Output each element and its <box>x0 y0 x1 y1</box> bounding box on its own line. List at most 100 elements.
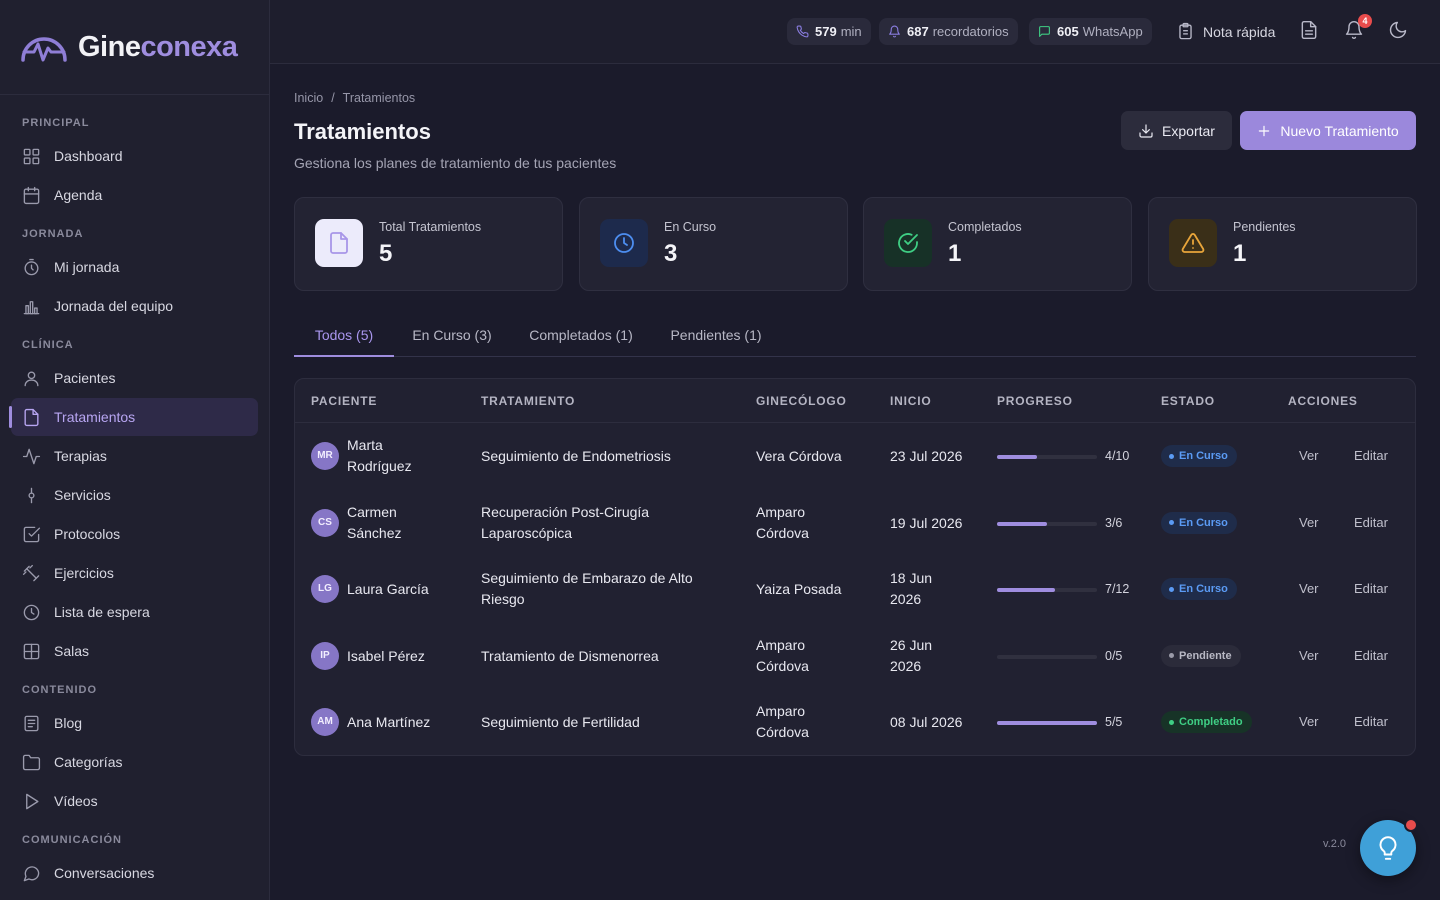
bar-chart-icon <box>23 300 40 314</box>
doctor-name: Amparo Córdova <box>756 636 809 674</box>
sidebar-item-pacientes[interactable]: Pacientes <box>11 359 258 397</box>
tab-2[interactable]: Completados (1) <box>510 314 652 357</box>
table-row[interactable]: CS Carmen Sánchez Recuperación Post-Cirugía… <box>295 490 1415 557</box>
tab-3[interactable]: Pendientes (1) <box>652 314 780 357</box>
stat-label: Pendientes <box>1233 220 1296 234</box>
sidebar-item-servicios[interactable]: Servicios <box>11 476 258 514</box>
stat-card: En Curso 3 <box>579 197 848 291</box>
stat-label: Total Tratamientos <box>379 220 482 234</box>
patient-name: Marta Rodríguez <box>347 437 412 474</box>
sidebar-item-mi-jornada[interactable]: Mi jornada <box>11 248 258 286</box>
export-button[interactable]: Exportar <box>1121 111 1232 150</box>
view-button[interactable]: Ver <box>1299 515 1319 530</box>
column-header: ACCIONES <box>1288 394 1358 408</box>
reminders-pill[interactable]: 687 recordatorios <box>879 18 1018 45</box>
table-row[interactable]: MR Marta Rodríguez Seguimiento de Endometri… <box>295 423 1415 490</box>
stat-icon-box <box>600 219 648 267</box>
stat-card: Pendientes 1 <box>1148 197 1417 291</box>
new-treatment-button[interactable]: Nuevo Tratamiento <box>1240 111 1416 150</box>
table-row[interactable]: AM Ana Martínez Seguimiento de Fertilidad A… <box>295 689 1415 755</box>
tab-1[interactable]: En Curso (3) <box>394 314 510 357</box>
document-button[interactable] <box>1299 20 1321 42</box>
minutes-pill[interactable]: 579 min <box>787 18 871 45</box>
brand-name: Gineconexa <box>78 30 238 63</box>
progress-text: 5/5 <box>1105 715 1123 729</box>
sidebar-item-videos[interactable]: Vídeos <box>11 782 258 820</box>
status-label: Completado <box>1179 716 1243 728</box>
edit-button[interactable]: Editar <box>1354 581 1388 596</box>
stat-value: 5 <box>379 240 393 267</box>
sidebar-item-conversaciones[interactable]: Conversaciones <box>11 854 258 892</box>
doctor-name: Amparo Córdova <box>756 503 809 541</box>
start-date: 26 Jun 2026 <box>890 636 933 674</box>
tab-0[interactable]: Todos (5) <box>294 314 394 357</box>
sidebar-item-categorias[interactable]: Categorías <box>11 743 258 781</box>
theme-toggle[interactable] <box>1388 20 1410 42</box>
column-header: GINECÓLOGO <box>756 394 847 408</box>
whatsapp-pill[interactable]: 605 WhatsApp <box>1029 18 1152 45</box>
treatment-name: Seguimiento de Embarazo de Alto Riesgo <box>481 570 693 607</box>
edit-button[interactable]: Editar <box>1354 648 1388 663</box>
edit-button[interactable]: Editar <box>1354 515 1388 530</box>
warning-icon <box>1181 233 1205 253</box>
git-commit-icon <box>28 487 35 503</box>
sidebar-item-protocolos[interactable]: Protocolos <box>11 515 258 553</box>
sidebar-item-label: Tratamientos <box>54 409 136 425</box>
stopwatch-icon <box>24 258 39 275</box>
file-icon <box>24 408 39 426</box>
sidebar-item-terapias[interactable]: Terapias <box>11 437 258 475</box>
layout-icon <box>23 643 40 659</box>
patient-avatar: IP <box>311 641 339 670</box>
status-dot <box>1169 653 1174 658</box>
progress-bar <box>997 455 1097 459</box>
sidebar-item-agenda[interactable]: Agenda <box>11 176 258 214</box>
brand-logo[interactable]: Gineconexa <box>0 0 269 95</box>
patient-name: Laura García <box>347 581 429 597</box>
grid-icon <box>23 148 40 164</box>
chat-icon <box>23 865 40 881</box>
sidebar-item-ejercicios[interactable]: Ejercicios <box>11 554 258 592</box>
edit-button[interactable]: Editar <box>1354 714 1388 729</box>
sidebar-item-label: Terapias <box>54 448 107 464</box>
quick-note-button[interactable]: Nota rápida <box>1176 18 1275 45</box>
table-row[interactable]: LG Laura García Seguimiento de Embarazo de… <box>295 556 1415 623</box>
minutes-unit: min <box>840 24 862 39</box>
view-button[interactable]: Ver <box>1299 448 1319 463</box>
sidebar-item-jornada-del-equipo[interactable]: Jornada del equipo <box>11 287 258 325</box>
view-button[interactable]: Ver <box>1299 648 1319 663</box>
treatments-table: PACIENTE TRATAMIENTO GINECÓLOGO INICIO PROGR… <box>294 378 1416 756</box>
treatment-name: Seguimiento de Fertilidad <box>481 714 640 730</box>
sidebar-item-dashboard[interactable]: Dashboard <box>11 137 258 175</box>
progress-text: 3/6 <box>1105 515 1123 530</box>
whatsapp-value: 605 <box>1057 24 1079 39</box>
progress-bar-fill <box>997 521 1047 526</box>
bell-icon <box>889 25 900 38</box>
status-tabs: Todos (5) En Curso (3) Completados (1) Pend… <box>294 314 1416 357</box>
sidebar-item-label: Conversaciones <box>54 865 155 881</box>
top-bar: 579 min 687 recordatorios 605 WhatsApp Nota… <box>270 0 1440 64</box>
sidebar-item-tratamientos[interactable]: Tratamientos <box>9 398 258 436</box>
sidebar-item-label: Pacientes <box>54 370 116 386</box>
treatment-name: Seguimiento de Endometriosis <box>481 448 671 464</box>
help-fab-button[interactable] <box>1360 818 1418 876</box>
breadcrumb-home[interactable]: Inicio <box>294 91 323 105</box>
stat-value: 1 <box>1233 240 1247 267</box>
stat-icon-box <box>884 219 932 267</box>
sidebar-item-salas[interactable]: Salas <box>11 632 258 670</box>
view-button[interactable]: Ver <box>1299 714 1319 729</box>
edit-button[interactable]: Editar <box>1354 448 1388 463</box>
notifications-button[interactable]: 4 <box>1344 14 1372 42</box>
view-button[interactable]: Ver <box>1299 581 1319 596</box>
sidebar-item-label: Protocolos <box>54 526 121 542</box>
table-row[interactable]: IP Isabel Pérez Tratamiento de Dismenorrea… <box>295 623 1415 690</box>
sidebar-item-lista-de-espera[interactable]: Lista de espera <box>11 593 258 631</box>
status-dot <box>1169 453 1174 459</box>
sidebar-item-label: Lista de espera <box>54 604 150 620</box>
sidebar: Gineconexa PRINCIPAL Dashboard Agenda JORNA… <box>0 0 270 900</box>
notifications-badge: 4 <box>1358 14 1372 28</box>
sidebar-section-title: JORNADA <box>22 228 84 240</box>
start-date: 19 Jul 2026 <box>890 514 963 531</box>
sidebar-item-blog[interactable]: Blog <box>11 704 258 742</box>
status-dot <box>1169 520 1174 525</box>
new-treatment-label: Nuevo Tratamiento <box>1280 122 1399 139</box>
